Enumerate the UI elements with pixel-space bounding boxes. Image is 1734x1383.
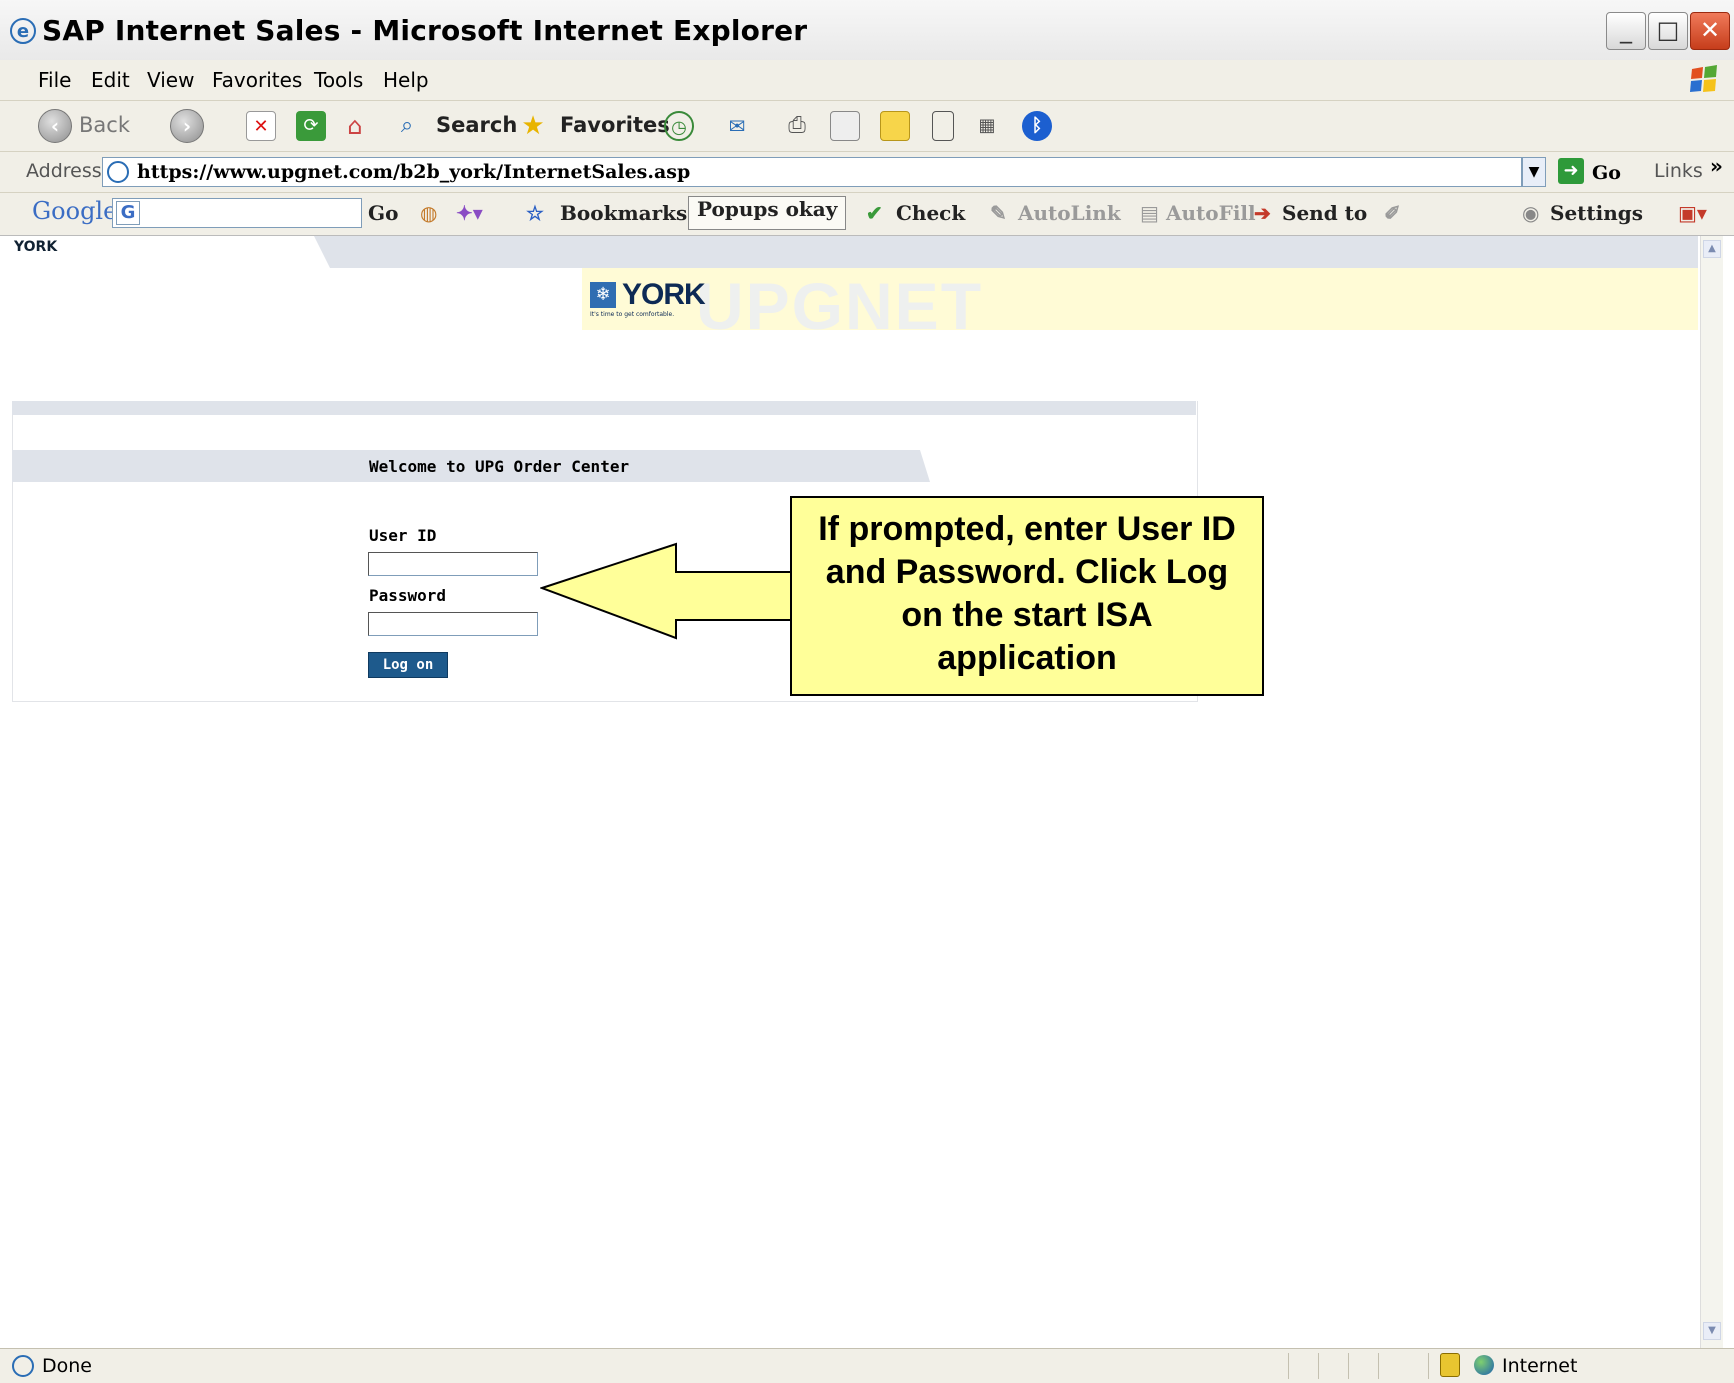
menu-favorites[interactable]: Favorites — [212, 68, 302, 92]
windows-logo-icon — [1690, 65, 1717, 92]
user-id-label: User ID — [369, 526, 437, 545]
web-page: YORK UPGNET ❄ YORK It's time to get comf… — [12, 236, 1698, 1348]
send-to-button[interactable]: Send to — [1282, 201, 1367, 225]
google-toolbar: Google G Go ◍ ✦▾ ☆ Bookmarks Popups okay… — [0, 193, 1734, 236]
maximize-button[interactable]: □ — [1648, 12, 1688, 50]
send-to-icon[interactable]: ➔ — [1254, 201, 1271, 225]
ie-icon: e — [10, 18, 36, 44]
window-title: SAP Internet Sales - Microsoft Internet … — [42, 14, 808, 47]
menu-file[interactable]: File — [38, 68, 71, 92]
home-icon[interactable]: ⌂ — [340, 111, 370, 141]
autolink-button[interactable]: AutoLink — [1018, 201, 1121, 225]
pdf-icon[interactable]: ▣▾ — [1678, 201, 1707, 225]
globe-icon — [1474, 1355, 1494, 1375]
favorites-button-label[interactable]: Favorites — [560, 113, 670, 137]
log-on-button[interactable]: Log on — [368, 652, 448, 678]
address-dropdown-icon[interactable]: ▼ — [1522, 157, 1546, 187]
status-separator — [1318, 1353, 1319, 1379]
lock-icon — [1440, 1353, 1460, 1377]
status-separator — [1348, 1353, 1349, 1379]
refresh-icon[interactable]: ⟳ — [296, 111, 326, 141]
small-york-logo: YORK — [14, 239, 58, 255]
close-button[interactable]: ✕ — [1690, 12, 1730, 50]
page-icon — [107, 161, 129, 183]
settings-button[interactable]: Settings — [1550, 201, 1643, 225]
upgnet-banner-text: UPGNET — [696, 269, 984, 343]
research-icon[interactable]: ▦ — [972, 111, 1002, 141]
york-logo-text: YORK — [622, 278, 706, 311]
spellcheck-icon[interactable]: ✔ — [866, 201, 883, 225]
autofill-button[interactable]: AutoFill — [1166, 201, 1256, 225]
menu-view[interactable]: View — [147, 68, 194, 92]
panel-top-bar — [12, 401, 1196, 415]
address-field[interactable]: https://www.upgnet.com/b2b_york/Internet… — [102, 157, 1522, 187]
standard-toolbar: ‹ Back › ✕ ⟳ ⌂ ⌕ Search ★ Favorites ◷ ✉ … — [0, 101, 1734, 152]
password-input[interactable] — [368, 612, 538, 636]
status-separator — [1288, 1353, 1289, 1379]
google-go-button[interactable]: Go — [368, 201, 398, 225]
messenger-icon[interactable] — [932, 111, 954, 141]
security-zone-text: Internet — [1502, 1355, 1578, 1377]
york-logo: ❄ YORK It's time to get comfortable. — [590, 278, 706, 320]
address-url[interactable]: https://www.upgnet.com/b2b_york/Internet… — [137, 161, 690, 183]
print-icon[interactable]: ⎙ — [782, 111, 812, 141]
popups-button[interactable]: Popups okay — [688, 196, 847, 230]
menu-edit[interactable]: Edit — [91, 68, 130, 92]
settings-icon[interactable]: ◉ — [1522, 201, 1539, 225]
notes-icon[interactable] — [880, 111, 910, 141]
welcome-heading: Welcome to UPG Order Center — [369, 457, 630, 476]
check-button[interactable]: Check — [896, 201, 965, 225]
google-search-input[interactable]: G — [112, 198, 362, 228]
chevron-right-icon[interactable]: » — [1710, 154, 1723, 178]
callout-arrow-icon — [540, 542, 795, 640]
stop-icon[interactable]: ✕ — [246, 111, 276, 141]
forward-arrow-icon[interactable]: › — [170, 109, 204, 143]
title-bar: e SAP Internet Sales - Microsoft Interne… — [0, 0, 1734, 61]
banner-stripe — [12, 236, 1698, 268]
user-id-input[interactable] — [368, 552, 538, 576]
instruction-callout: If prompted, enter User ID and Password.… — [790, 496, 1264, 696]
status-bar: Done Internet — [0, 1348, 1734, 1383]
go-arrow-icon[interactable]: ➜ — [1558, 158, 1584, 184]
search-icon[interactable]: ⌕ — [392, 111, 422, 141]
history-icon[interactable]: ◷ — [664, 111, 694, 141]
favorites-star-icon[interactable]: ★ — [518, 111, 548, 141]
status-separator — [1378, 1353, 1379, 1379]
bookmarks-button[interactable]: Bookmarks — [560, 201, 687, 225]
page-status-icon — [12, 1355, 34, 1377]
york-tagline: It's time to get comfortable. — [590, 311, 675, 318]
bookmarks-star-icon[interactable]: ☆ — [526, 201, 544, 225]
password-label: Password — [369, 586, 447, 605]
menu-bar: File Edit View Favorites Tools Help — [0, 60, 1734, 101]
back-arrow-icon[interactable]: ‹ — [38, 109, 72, 143]
address-label: Address — [26, 160, 102, 182]
address-bar: Address https://www.upgnet.com/b2b_york/… — [0, 152, 1734, 193]
google-logo: Google — [32, 197, 118, 225]
back-button-label[interactable]: Back — [79, 113, 130, 137]
edit-icon[interactable] — [830, 111, 860, 141]
highlighter-icon[interactable]: ✐ — [1384, 201, 1401, 225]
vertical-scrollbar[interactable]: ▲ ▼ — [1700, 236, 1723, 1348]
autofill-icon[interactable]: ▤ — [1140, 201, 1159, 225]
menu-help[interactable]: Help — [383, 68, 429, 92]
scroll-down-icon[interactable]: ▼ — [1703, 1322, 1721, 1340]
snowflake-icon: ❄ — [590, 282, 616, 308]
autolink-icon[interactable]: ✎ — [990, 201, 1007, 225]
go-button[interactable]: Go — [1592, 162, 1621, 184]
popups-label: Popups okay — [697, 197, 838, 221]
minimize-button[interactable]: _ — [1606, 12, 1646, 50]
google-g-icon[interactable]: G — [116, 201, 140, 225]
menu-tools[interactable]: Tools — [314, 68, 363, 92]
scroll-up-icon[interactable]: ▲ — [1703, 240, 1721, 258]
status-text: Done — [42, 1355, 92, 1377]
links-label[interactable]: Links — [1654, 160, 1703, 182]
mail-icon[interactable]: ✉ — [722, 111, 752, 141]
news-icon[interactable]: ✦▾ — [456, 201, 483, 225]
status-separator — [1428, 1353, 1429, 1379]
bluetooth-icon[interactable]: ᛒ — [1022, 111, 1052, 141]
search-button-label[interactable]: Search — [436, 113, 517, 137]
pagerank-icon[interactable]: ◍ — [420, 201, 437, 225]
